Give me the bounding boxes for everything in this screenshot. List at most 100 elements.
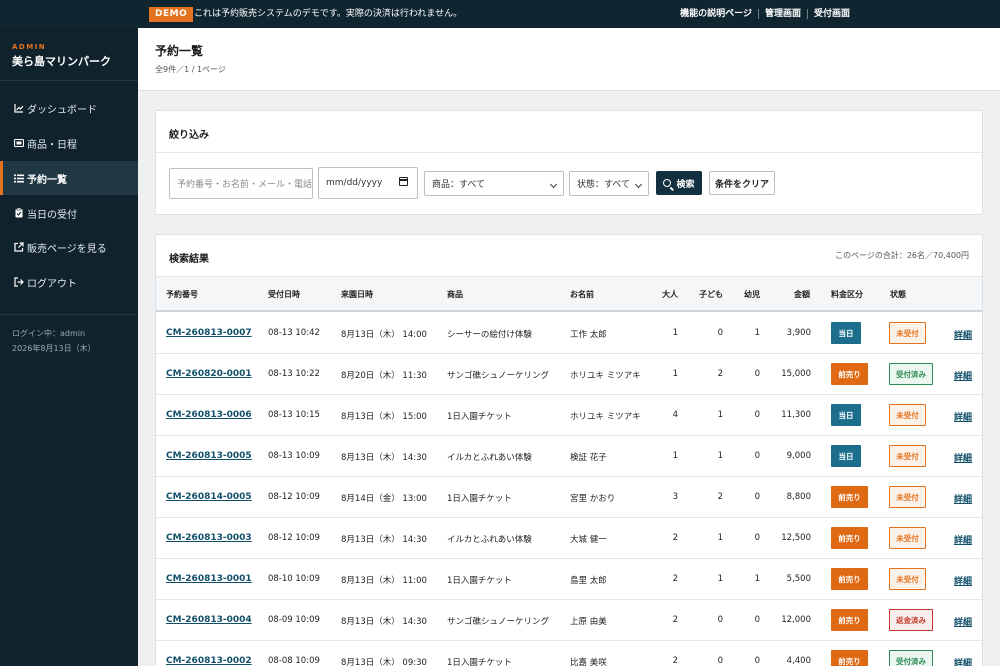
column-header[interactable]: 金額 — [794, 289, 810, 300]
child-count: 1 — [717, 574, 723, 584]
status-badge: 未受付 — [889, 445, 926, 467]
infant-count: 0 — [754, 369, 760, 379]
sidebar: ADMIN 美ら島マリンパーク ダッシュボード 商品・日程 予約一覧 当日の受付… — [0, 28, 138, 666]
amount: 4,400 — [786, 656, 811, 666]
adult-count: 1 — [672, 369, 678, 379]
column-header[interactable]: お名前 — [570, 289, 594, 300]
column-header[interactable]: 予約番号 — [166, 289, 198, 300]
visit-date-input[interactable]: mm/dd/yyyy — [318, 167, 418, 199]
sidebar-item-products[interactable]: 商品・日程 — [0, 126, 138, 160]
adult-count: 2 — [672, 656, 678, 666]
visit-datetime: 8月14日（金） 13:00 — [341, 494, 427, 504]
status-badge: 返金済み — [889, 609, 933, 631]
column-header[interactable]: 子ども — [699, 289, 723, 300]
ticket-icon — [13, 138, 24, 149]
detail-link[interactable]: 詳細 — [954, 492, 972, 505]
sidebar-item-dashboard[interactable]: ダッシュボード — [0, 91, 138, 125]
sidebar-item-label: 予約一覧 — [27, 174, 67, 186]
column-header[interactable]: 料金区分 — [831, 289, 863, 300]
column-header[interactable]: 商品 — [447, 289, 463, 300]
reception-link[interactable]: 受付画面 — [814, 8, 850, 20]
product-name: 1日入園チケット — [447, 658, 512, 666]
detail-link[interactable]: 詳細 — [954, 451, 972, 464]
product-select-value: 商品：すべて — [432, 180, 486, 190]
detail-link[interactable]: 詳細 — [954, 410, 972, 423]
amount: 11,300 — [781, 410, 811, 420]
column-header[interactable]: 来園日時 — [341, 289, 373, 300]
amount: 5,500 — [786, 574, 811, 584]
table-row: CM-260813-0001 08-10 10:09 8月13日（木） 11:00 1… — [156, 559, 982, 600]
sidebar-item-label: 販売ページを見る — [27, 243, 107, 255]
feature-guide-link[interactable]: 機能の説明ページ — [680, 8, 752, 20]
reservation-number-link[interactable]: CM-260813-0003 — [166, 533, 252, 543]
chart-icon — [13, 103, 24, 114]
detail-link[interactable]: 詳細 — [954, 533, 972, 546]
table-row: CM-260820-0001 08-13 10:22 8月20日（木） 11:30 サ… — [156, 354, 982, 395]
visit-datetime: 8月13日（木） 11:00 — [341, 576, 427, 586]
detail-link[interactable]: 詳細 — [954, 615, 972, 628]
detail-link[interactable]: 詳細 — [954, 328, 972, 341]
product-name: 1日入園チケット — [447, 412, 512, 422]
reservation-number-link[interactable]: CM-260813-0006 — [166, 410, 252, 420]
demo-notice: これは予約販売システムのデモです。実際の決済は行われません。 — [194, 9, 463, 19]
status-badge: 未受付 — [889, 527, 926, 549]
page-header: 予約一覧 全9件／1 / 1ページ — [138, 28, 1000, 91]
product-name: イルカとふれあい体験 — [447, 453, 532, 463]
detail-link[interactable]: 詳細 — [954, 656, 972, 666]
demo-badge: DEMO — [149, 7, 194, 22]
table-row: CM-260813-0007 08-13 10:42 8月13日（木） 14:00 シ… — [156, 313, 982, 354]
sidebar-item-label: ダッシュボード — [27, 104, 97, 116]
sidebar-item-sales-page[interactable]: 販売ページを見る — [0, 230, 138, 264]
reservation-number-link[interactable]: CM-260814-0005 — [166, 492, 252, 502]
filter-title: 絞り込み — [169, 130, 209, 141]
received-datetime: 08-13 10:09 — [268, 451, 320, 461]
reservation-number-link[interactable]: CM-260813-0001 — [166, 574, 252, 584]
product-name: サンゴ礁シュノーケリング — [447, 371, 550, 381]
admin-link[interactable]: 管理画面 — [765, 8, 801, 20]
sidebar-item-label: 当日の受付 — [27, 209, 77, 221]
received-datetime: 08-13 10:22 — [268, 369, 320, 379]
keyword-search-input[interactable]: 予約番号・お名前・メール・電話 — [169, 168, 313, 199]
reservation-number-link[interactable]: CM-260820-0001 — [166, 369, 252, 379]
product-select[interactable]: 商品：すべて — [424, 171, 564, 196]
table-row: CM-260813-0004 08-09 10:09 8月13日（木） 14:30 サ… — [156, 600, 982, 641]
reservation-number-link[interactable]: CM-260813-0007 — [166, 328, 252, 338]
sidebar-item-reservations[interactable]: 予約一覧 — [0, 161, 138, 195]
divider — [0, 80, 138, 81]
reservation-number-link[interactable]: CM-260813-0002 — [166, 656, 252, 666]
column-header[interactable]: 状態 — [890, 289, 906, 300]
customer-name: ホリユキ ミツアキ — [570, 371, 641, 381]
detail-link[interactable]: 詳細 — [954, 574, 972, 587]
status-badge: 受付済み — [889, 363, 933, 385]
column-header[interactable]: 幼児 — [744, 289, 760, 300]
sidebar-item-logout[interactable]: ログアウト — [0, 265, 138, 299]
link-divider — [806, 9, 808, 19]
column-header[interactable]: 受付日時 — [268, 289, 300, 300]
login-user: ログイン中：admin — [12, 329, 86, 338]
page-count: 全9件／1 / 1ページ — [155, 65, 226, 74]
infant-count: 0 — [754, 410, 760, 420]
sidebar-item-reception[interactable]: 当日の受付 — [0, 196, 138, 230]
adult-count: 3 — [672, 492, 678, 502]
page-title: 予約一覧 — [155, 44, 204, 58]
reservation-number-link[interactable]: CM-260813-0005 — [166, 451, 252, 461]
search-button-label: 検索 — [676, 179, 695, 190]
search-button[interactable]: 検索 — [656, 171, 702, 195]
received-datetime: 08-12 10:09 — [268, 533, 320, 543]
column-header[interactable]: 大人 — [662, 289, 678, 300]
reservation-number-link[interactable]: CM-260813-0004 — [166, 615, 252, 625]
page-total: このページの合計：26名／70,400円 — [834, 251, 969, 260]
sidebar-item-label: 商品・日程 — [27, 139, 77, 151]
clear-filters-button[interactable]: 条件をクリア — [709, 171, 775, 195]
adult-count: 2 — [672, 533, 678, 543]
amount: 15,000 — [781, 369, 811, 379]
results-title: 検索結果 — [169, 254, 209, 265]
demo-bar: DEMO これは予約販売システムのデモです。実際の決済は行われません。 機能の説… — [0, 0, 1000, 28]
sidebar-item-label: ログアウト — [27, 278, 77, 290]
infant-count: 0 — [754, 451, 760, 461]
chevron-down-icon — [634, 180, 643, 189]
child-count: 1 — [717, 410, 723, 420]
detail-link[interactable]: 詳細 — [954, 369, 972, 382]
visit-datetime: 8月20日（木） 11:30 — [341, 371, 427, 381]
status-select[interactable]: 状態：すべて — [569, 171, 649, 196]
